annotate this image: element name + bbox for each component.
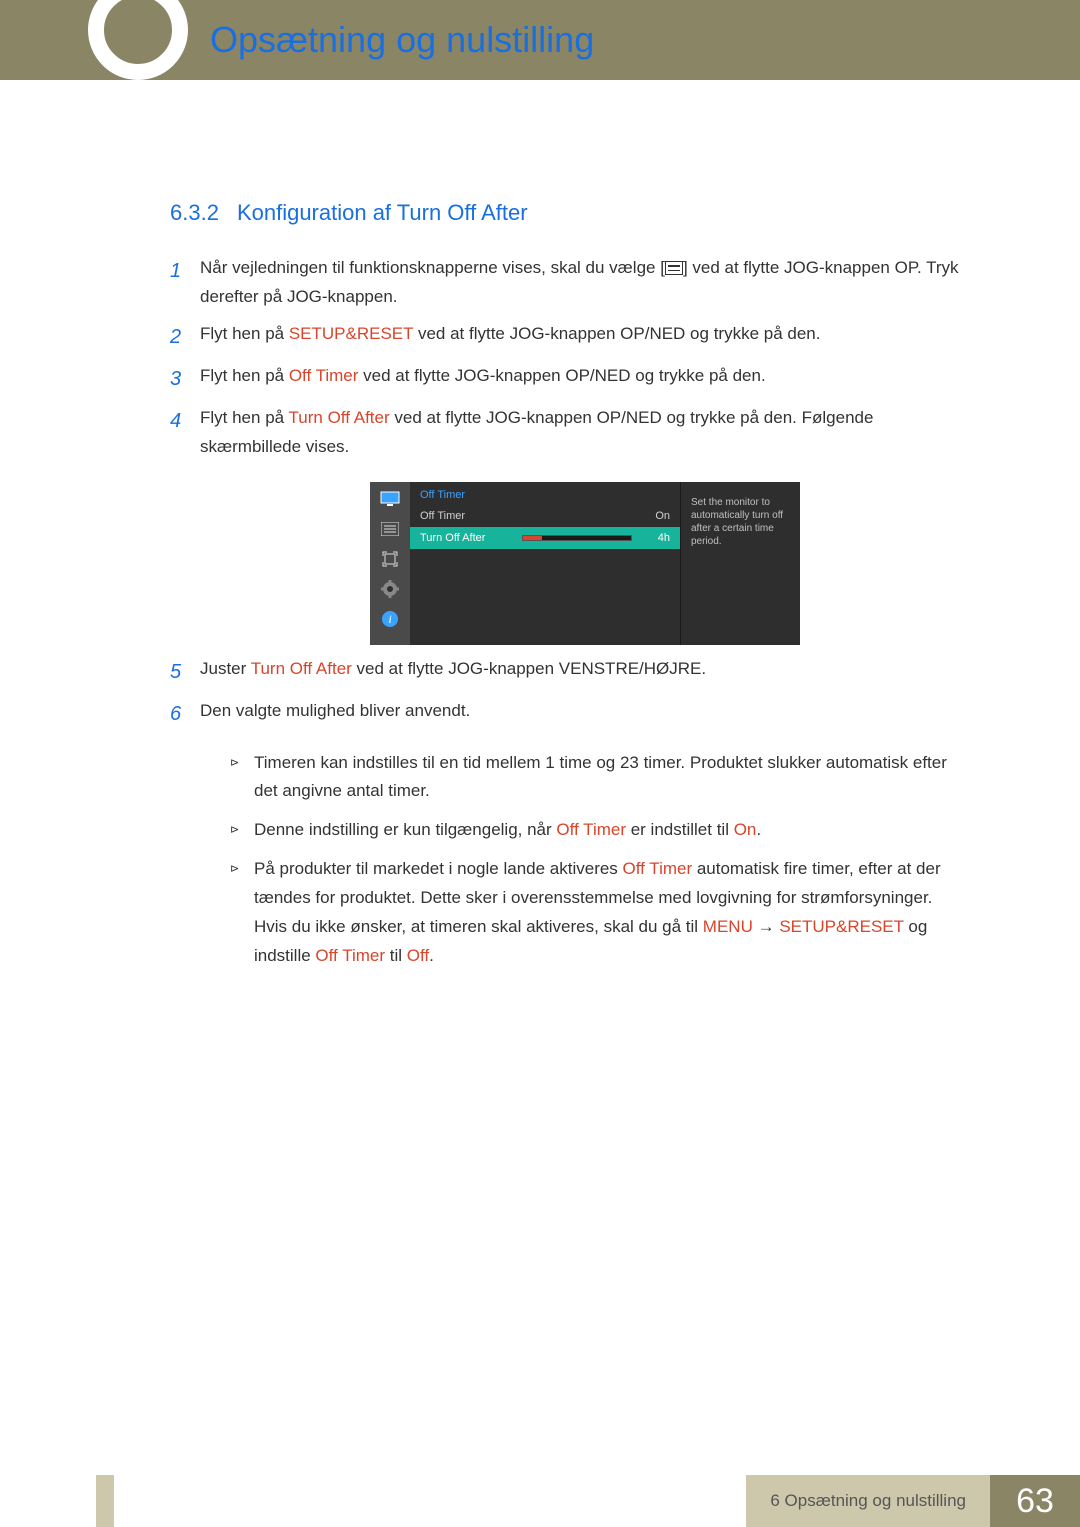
step-item: 5 Juster Turn Off After ved at flytte JO… [170,655,970,689]
osd-panel: i Off Timer Off Timer On Turn Off After … [370,482,800,645]
step-body: Flyt hen på Off Timer ved at flytte JOG-… [200,362,970,396]
osd-body: Off Timer On Turn Off After 4h [410,505,680,645]
section-number: 6.3.2 [170,200,219,225]
step-item: 6 Den valgte mulighed bliver anvendt. [170,697,970,731]
note-item: ⊳ På produkter til markedet i nogle land… [230,855,970,971]
footer-spacer [0,1475,746,1527]
osd-title: Off Timer [410,482,680,505]
step-number: 2 [170,320,200,354]
osd-row-label: Turn Off After [420,532,522,544]
menu-icon [665,261,683,275]
chapter-circle-decoration [88,0,188,80]
step-body: Flyt hen på SETUP&RESET ved at flytte JO… [200,320,970,354]
step-item: 4 Flyt hen på Turn Off After ved at flyt… [170,404,970,462]
highlight: Turn Off After [251,659,352,678]
note-body: På produkter til markedet i nogle lande … [254,855,970,971]
note-body: Denne indstilling er kun tilgængelig, nå… [254,816,970,845]
step-body: Den valgte mulighed bliver anvendt. [200,697,970,731]
step-body: Juster Turn Off After ved at flytte JOG-… [200,655,970,689]
footer: 6 Opsætning og nulstilling 63 [0,1475,1080,1527]
section-title: Konfiguration af Turn Off After [237,200,528,225]
slider-icon [522,535,632,541]
notes-list: ⊳ Timeren kan indstilles til en tid mell… [230,749,970,971]
step-number: 4 [170,404,200,462]
osd-main: Off Timer Off Timer On Turn Off After 4h [410,482,680,645]
svg-text:i: i [388,612,391,626]
footer-page-number: 63 [990,1475,1080,1527]
content-area: 6.3.2 Konfiguration af Turn Off After 1 N… [170,200,970,981]
bullet-icon: ⊳ [230,855,254,971]
bullet-icon: ⊳ [230,749,254,807]
step-item: 2 Flyt hen på SETUP&RESET ved at flytte … [170,320,970,354]
osd-row-value: 4h [640,532,670,544]
step-item: 3 Flyt hen på Off Timer ved at flytte JO… [170,362,970,396]
highlight: Off Timer [289,366,359,385]
note-item: ⊳ Timeren kan indstilles til en tid mell… [230,749,970,807]
page-title: Opsætning og nulstilling [210,19,594,61]
osd-row-turnoffafter: Turn Off After 4h [410,527,680,549]
osd-sidebar: i [370,482,410,645]
step-item: 1 Når vejledningen til funktionsknappern… [170,254,970,312]
osd-description: Set the monitor to automatically turn of… [680,482,800,645]
osd-row-value: On [640,510,670,522]
osd-row-offtimer: Off Timer On [410,505,680,527]
osd-screenshot: i Off Timer Off Timer On Turn Off After … [370,482,970,645]
highlight: Turn Off After [289,408,390,427]
steps-list-continued: 5 Juster Turn Off After ved at flytte JO… [170,655,970,731]
header-bar: Opsætning og nulstilling [0,0,1080,80]
note-item: ⊳ Denne indstilling er kun tilgængelig, … [230,816,970,845]
monitor-icon [379,490,401,508]
section-heading: 6.3.2 Konfiguration af Turn Off After [170,200,970,226]
highlight: SETUP&RESET [289,324,413,343]
footer-chapter: 6 Opsætning og nulstilling [746,1475,990,1527]
step-body: Når vejledningen til funktionsknapperne … [200,254,970,312]
bullet-icon: ⊳ [230,816,254,845]
step-number: 1 [170,254,200,312]
steps-list: 1 Når vejledningen til funktionsknappern… [170,254,970,462]
step-number: 6 [170,697,200,731]
info-icon: i [379,610,401,628]
step-number: 3 [170,362,200,396]
gear-icon [379,580,401,598]
step-number: 5 [170,655,200,689]
note-body: Timeren kan indstilles til en tid mellem… [254,749,970,807]
resize-icon [379,550,401,568]
step-body: Flyt hen på Turn Off After ved at flytte… [200,404,970,462]
osd-row-label: Off Timer [420,510,640,522]
list-icon [379,520,401,538]
